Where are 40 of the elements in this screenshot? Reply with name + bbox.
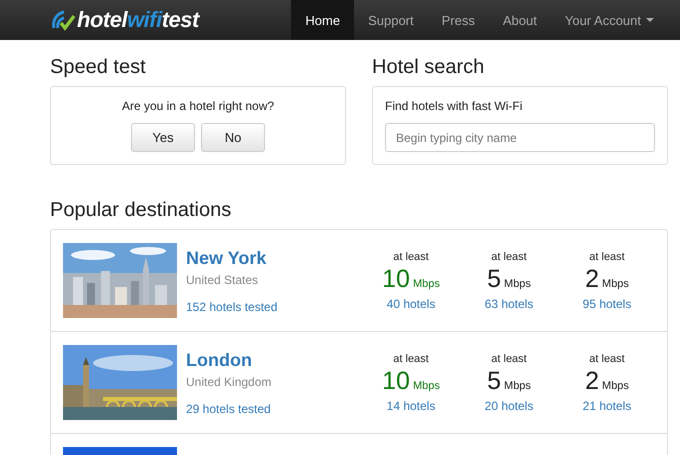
nav-link[interactable]: Your Account [550, 0, 668, 40]
nav-link[interactable]: About [488, 0, 551, 40]
hotels-count-link[interactable]: 40 hotels [386, 296, 436, 310]
hotels-count-link[interactable]: 20 hotels [484, 398, 534, 412]
question-text: Are you in a hotel right now? [122, 99, 274, 113]
speed-value: 5 Mbps [487, 366, 531, 396]
hotels-tested-link[interactable]: 152 hotels tested [186, 300, 353, 314]
tier-caption: at least [393, 352, 429, 364]
section-title: Speed test [50, 56, 147, 79]
section-title: Popular destinations [50, 199, 232, 222]
search-label: Find hotels with fast Wi-Fi [385, 99, 524, 113]
caret-icon [646, 18, 654, 22]
wifi-check-icon [50, 8, 76, 32]
speed-value: 5 Mbps [487, 264, 531, 294]
tier-caption: at least [589, 352, 625, 364]
hotels-count-link[interactable]: 21 hotels [582, 398, 632, 412]
tier-caption: at least [491, 250, 527, 262]
tier-caption: at least [393, 250, 429, 262]
speed-value: 10 Mbps [382, 366, 440, 396]
tier-caption: at least [589, 250, 625, 262]
answer-button[interactable]: No [201, 123, 265, 152]
nav-link[interactable]: Press [428, 0, 489, 40]
hotels-count-link[interactable]: 14 hotels [386, 398, 436, 412]
country-name: United States [186, 272, 260, 286]
city-link[interactable]: New York [186, 248, 353, 268]
city-link[interactable]: London [186, 350, 353, 370]
tier-caption: at least [491, 352, 527, 364]
section-title: Hotel search [372, 56, 486, 79]
speed-value: 2 Mbps [585, 366, 629, 396]
search-field[interactable]: Begin typing city name [385, 123, 655, 152]
nav-link[interactable]: Support [354, 0, 428, 40]
hotels-count-link[interactable]: 95 hotels [582, 296, 632, 310]
logo[interactable]: hotelwifitest [77, 7, 199, 33]
speed-value: 10 Mbps [382, 264, 440, 294]
nav-link[interactable]: Home [291, 0, 354, 40]
country-name: United Kingdom [186, 374, 272, 388]
hotels-count-link[interactable]: 63 hotels [484, 296, 534, 310]
speed-value: 2 Mbps [585, 264, 629, 294]
hotels-tested-link[interactable]: 29 hotels tested [186, 402, 353, 416]
answer-button[interactable]: Yes [131, 123, 195, 152]
